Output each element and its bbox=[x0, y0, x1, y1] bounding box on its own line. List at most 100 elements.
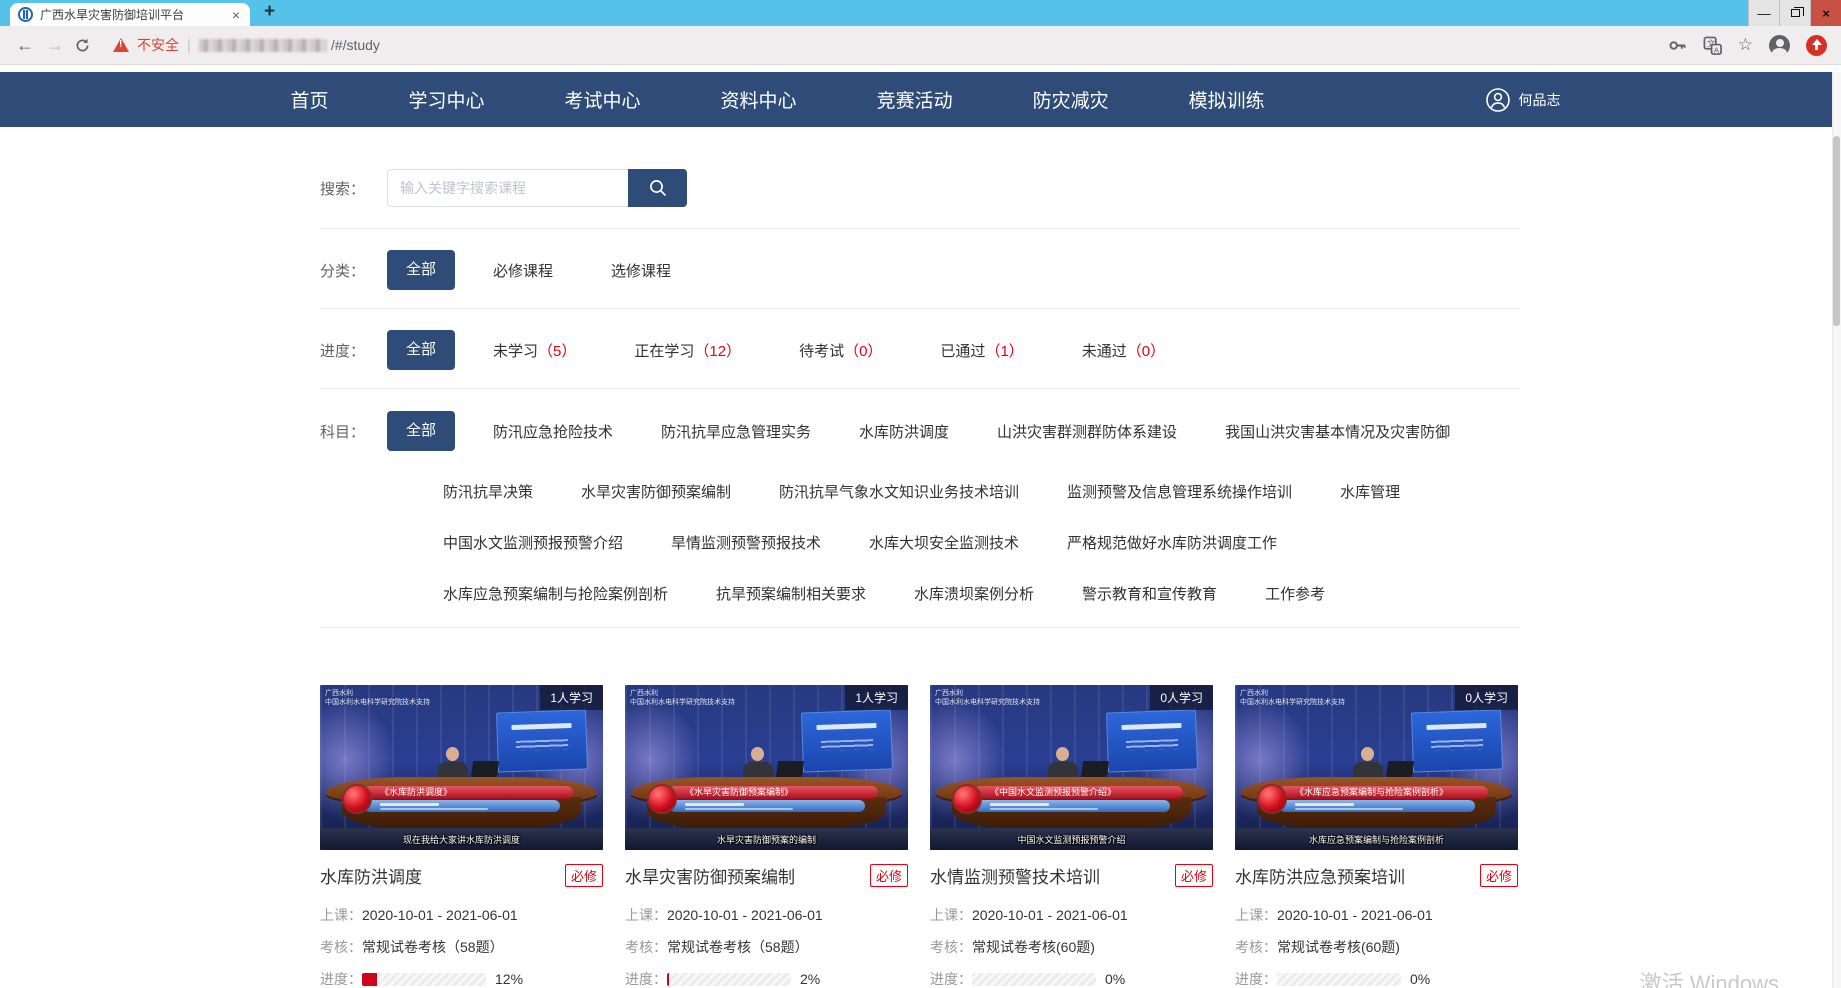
progress-bar bbox=[972, 973, 1096, 986]
exam-label: 考核： bbox=[930, 937, 972, 957]
subject-tag[interactable]: 防汛抗旱决策 bbox=[443, 481, 533, 502]
nav-item-study-center[interactable]: 学习中心 bbox=[409, 86, 485, 113]
subject-tag[interactable]: 山洪灾害群测群防体系建设 bbox=[997, 421, 1177, 442]
subject-tag[interactable]: 抗旱预案编制相关要求 bbox=[716, 583, 866, 604]
video-subtitle: 现在我给大家讲水库防洪调度 bbox=[320, 833, 603, 846]
search-section: 搜索： bbox=[320, 169, 1520, 207]
subject-label: 科目： bbox=[320, 421, 387, 442]
tab-title: 广西水旱灾害防御培训平台 bbox=[40, 6, 223, 23]
course-title[interactable]: 水旱灾害防御预案编制 bbox=[625, 863, 795, 888]
scrollbar-thumb[interactable] bbox=[1833, 136, 1840, 326]
class-time-label: 上课： bbox=[930, 905, 972, 925]
progress-option-failed[interactable]: 未通过（0） bbox=[1082, 340, 1165, 361]
browser-tab[interactable]: 广西水旱灾害防御培训平台 × bbox=[10, 3, 250, 26]
exam-value: 常规试卷考核（58题） bbox=[362, 937, 504, 957]
window-minimize-button[interactable]: — bbox=[1748, 0, 1779, 26]
laptop bbox=[471, 761, 499, 777]
class-time-value: 2020-10-01 - 2021-06-01 bbox=[972, 907, 1128, 923]
progress-option-in-progress[interactable]: 正在学习（12） bbox=[634, 340, 741, 361]
progress-percent: 12% bbox=[495, 971, 523, 987]
progress-option-not-started[interactable]: 未学习（5） bbox=[493, 340, 576, 361]
password-key-icon[interactable] bbox=[1668, 36, 1687, 55]
subject-tag[interactable]: 防汛抗旱气象水文知识业务技术培训 bbox=[779, 481, 1019, 502]
subject-tag[interactable]: 中国水文监测预报预警介绍 bbox=[443, 532, 623, 553]
subject-all-button[interactable]: 全部 bbox=[387, 411, 455, 451]
new-tab-button[interactable]: + bbox=[264, 1, 275, 23]
course-title[interactable]: 水库防洪应急预案培训 bbox=[1235, 863, 1405, 888]
subject-tag[interactable]: 监测预警及信息管理系统操作培训 bbox=[1067, 481, 1292, 502]
progress-row-label: 进度： bbox=[1235, 969, 1277, 988]
lower-third-speaker bbox=[1279, 800, 1475, 812]
subject-tag[interactable]: 水库溃坝案例分析 bbox=[914, 583, 1034, 604]
tab-close-icon[interactable]: × bbox=[230, 7, 242, 23]
category-option-elective[interactable]: 选修课程 bbox=[611, 260, 671, 281]
search-button[interactable] bbox=[628, 169, 687, 207]
exam-value: 常规试卷考核（58题） bbox=[667, 937, 809, 957]
omnibox[interactable]: 不安全 | /#/study bbox=[113, 35, 1668, 55]
course-thumbnail[interactable]: 广西水利中国水利水电科学研究院技术支持 《水旱灾害防御预案编制》 水旱灾害防御预… bbox=[625, 685, 908, 850]
lower-third-speaker bbox=[669, 800, 865, 812]
category-all-button[interactable]: 全部 bbox=[387, 250, 455, 290]
video-subtitle: 水旱灾害防御预案的编制 bbox=[625, 833, 908, 846]
course-thumbnail[interactable]: 广西水利中国水利水电科学研究院技术支持 《水库应急预案编制与抢险案例剖析》 水库… bbox=[1235, 685, 1518, 850]
subject-tag[interactable]: 警示教育和宣传教育 bbox=[1082, 583, 1217, 604]
reload-icon[interactable] bbox=[74, 37, 91, 54]
subject-tag[interactable]: 防汛应急抢险技术 bbox=[493, 421, 613, 442]
nav-item-disaster-reduction[interactable]: 防灾减灾 bbox=[1033, 86, 1109, 113]
progress-row-label: 进度： bbox=[320, 969, 362, 988]
site-navbar: 首页 学习中心 考试中心 资料中心 竞赛活动 防灾减灾 模拟训练 何品志 bbox=[0, 72, 1841, 127]
back-button[interactable]: ← bbox=[10, 35, 40, 56]
lower-third-title: 《水库防洪调度》 bbox=[364, 786, 573, 799]
studio-logo bbox=[1257, 784, 1287, 814]
profile-avatar-icon[interactable] bbox=[1769, 35, 1790, 56]
nav-item-materials-center[interactable]: 资料中心 bbox=[721, 86, 797, 113]
required-badge: 必修 bbox=[565, 864, 603, 887]
required-badge: 必修 bbox=[1480, 864, 1518, 887]
category-option-required[interactable]: 必修课程 bbox=[493, 260, 553, 281]
course-thumbnail[interactable]: 广西水利中国水利水电科学研究院技术支持 《水库防洪调度》 现在我给大家讲水库防洪… bbox=[320, 685, 603, 850]
search-input[interactable] bbox=[387, 169, 628, 207]
address-bar: ← → 不安全 | /#/study 文 A ☆ bbox=[0, 26, 1841, 65]
progress-bar bbox=[667, 973, 791, 986]
course-thumbnail[interactable]: 广西水利中国水利水电科学研究院技术支持 《中国水文监测预报预警介绍》 中国水文监… bbox=[930, 685, 1213, 850]
subject-tag[interactable]: 旱情监测预警预报技术 bbox=[671, 532, 821, 553]
video-watermark: 广西水利中国水利水电科学研究院技术支持 bbox=[935, 689, 1040, 708]
security-warning-icon[interactable] bbox=[113, 38, 129, 52]
subject-tag[interactable]: 水库大坝安全监测技术 bbox=[869, 532, 1019, 553]
laptop bbox=[1386, 761, 1414, 777]
subject-tag[interactable]: 严格规范做好水库防洪调度工作 bbox=[1067, 532, 1277, 553]
subject-tag[interactable]: 水库管理 bbox=[1340, 481, 1400, 502]
laptop bbox=[1081, 761, 1109, 777]
subject-tag[interactable]: 水旱灾害防御预案编制 bbox=[581, 481, 731, 502]
course-title[interactable]: 水情监测预警技术培训 bbox=[930, 863, 1100, 888]
window-restore-button[interactable] bbox=[1779, 0, 1810, 26]
nav-item-simulation[interactable]: 模拟训练 bbox=[1189, 86, 1265, 113]
course-card-list: 广西水利中国水利水电科学研究院技术支持 《水库防洪调度》 现在我给大家讲水库防洪… bbox=[320, 685, 1520, 988]
progress-percent: 0% bbox=[1105, 971, 1125, 987]
divider bbox=[320, 388, 1520, 389]
window-close-button[interactable]: × bbox=[1810, 0, 1841, 26]
progress-option-passed[interactable]: 已通过（1） bbox=[940, 340, 1023, 361]
progress-filter: 进度： 全部 未学习（5） 正在学习（12） 待考试（0） 已通过（1） 未通过… bbox=[320, 330, 1520, 370]
subject-tag[interactable]: 工作参考 bbox=[1265, 583, 1325, 604]
presenter bbox=[1353, 747, 1383, 780]
user-menu[interactable]: 何品志 bbox=[1485, 87, 1561, 113]
subject-tag[interactable]: 水库防洪调度 bbox=[859, 421, 949, 442]
subject-tag[interactable]: 防汛抗旱应急管理实务 bbox=[661, 421, 811, 442]
course-title[interactable]: 水库防洪调度 bbox=[320, 863, 422, 888]
browser-update-icon[interactable] bbox=[1806, 35, 1827, 56]
url-path: /#/study bbox=[331, 37, 380, 53]
restore-icon bbox=[1791, 9, 1800, 17]
nav-item-competition[interactable]: 竞赛活动 bbox=[877, 86, 953, 113]
security-warning-label[interactable]: 不安全 bbox=[137, 35, 179, 55]
subject-tag[interactable]: 我国山洪灾害基本情况及灾害防御 bbox=[1225, 421, 1450, 442]
lower-third-speaker bbox=[974, 800, 1170, 812]
page-scrollbar[interactable] bbox=[1832, 72, 1841, 988]
translate-icon[interactable]: 文 A bbox=[1703, 36, 1722, 55]
progress-option-await-exam[interactable]: 待考试（0） bbox=[799, 340, 882, 361]
bookmark-star-icon[interactable]: ☆ bbox=[1738, 35, 1753, 55]
nav-item-exam-center[interactable]: 考试中心 bbox=[565, 86, 641, 113]
subject-tag[interactable]: 水库应急预案编制与抢险案例剖析 bbox=[443, 583, 668, 604]
progress-all-button[interactable]: 全部 bbox=[387, 330, 455, 370]
nav-item-home[interactable]: 首页 bbox=[291, 86, 329, 113]
